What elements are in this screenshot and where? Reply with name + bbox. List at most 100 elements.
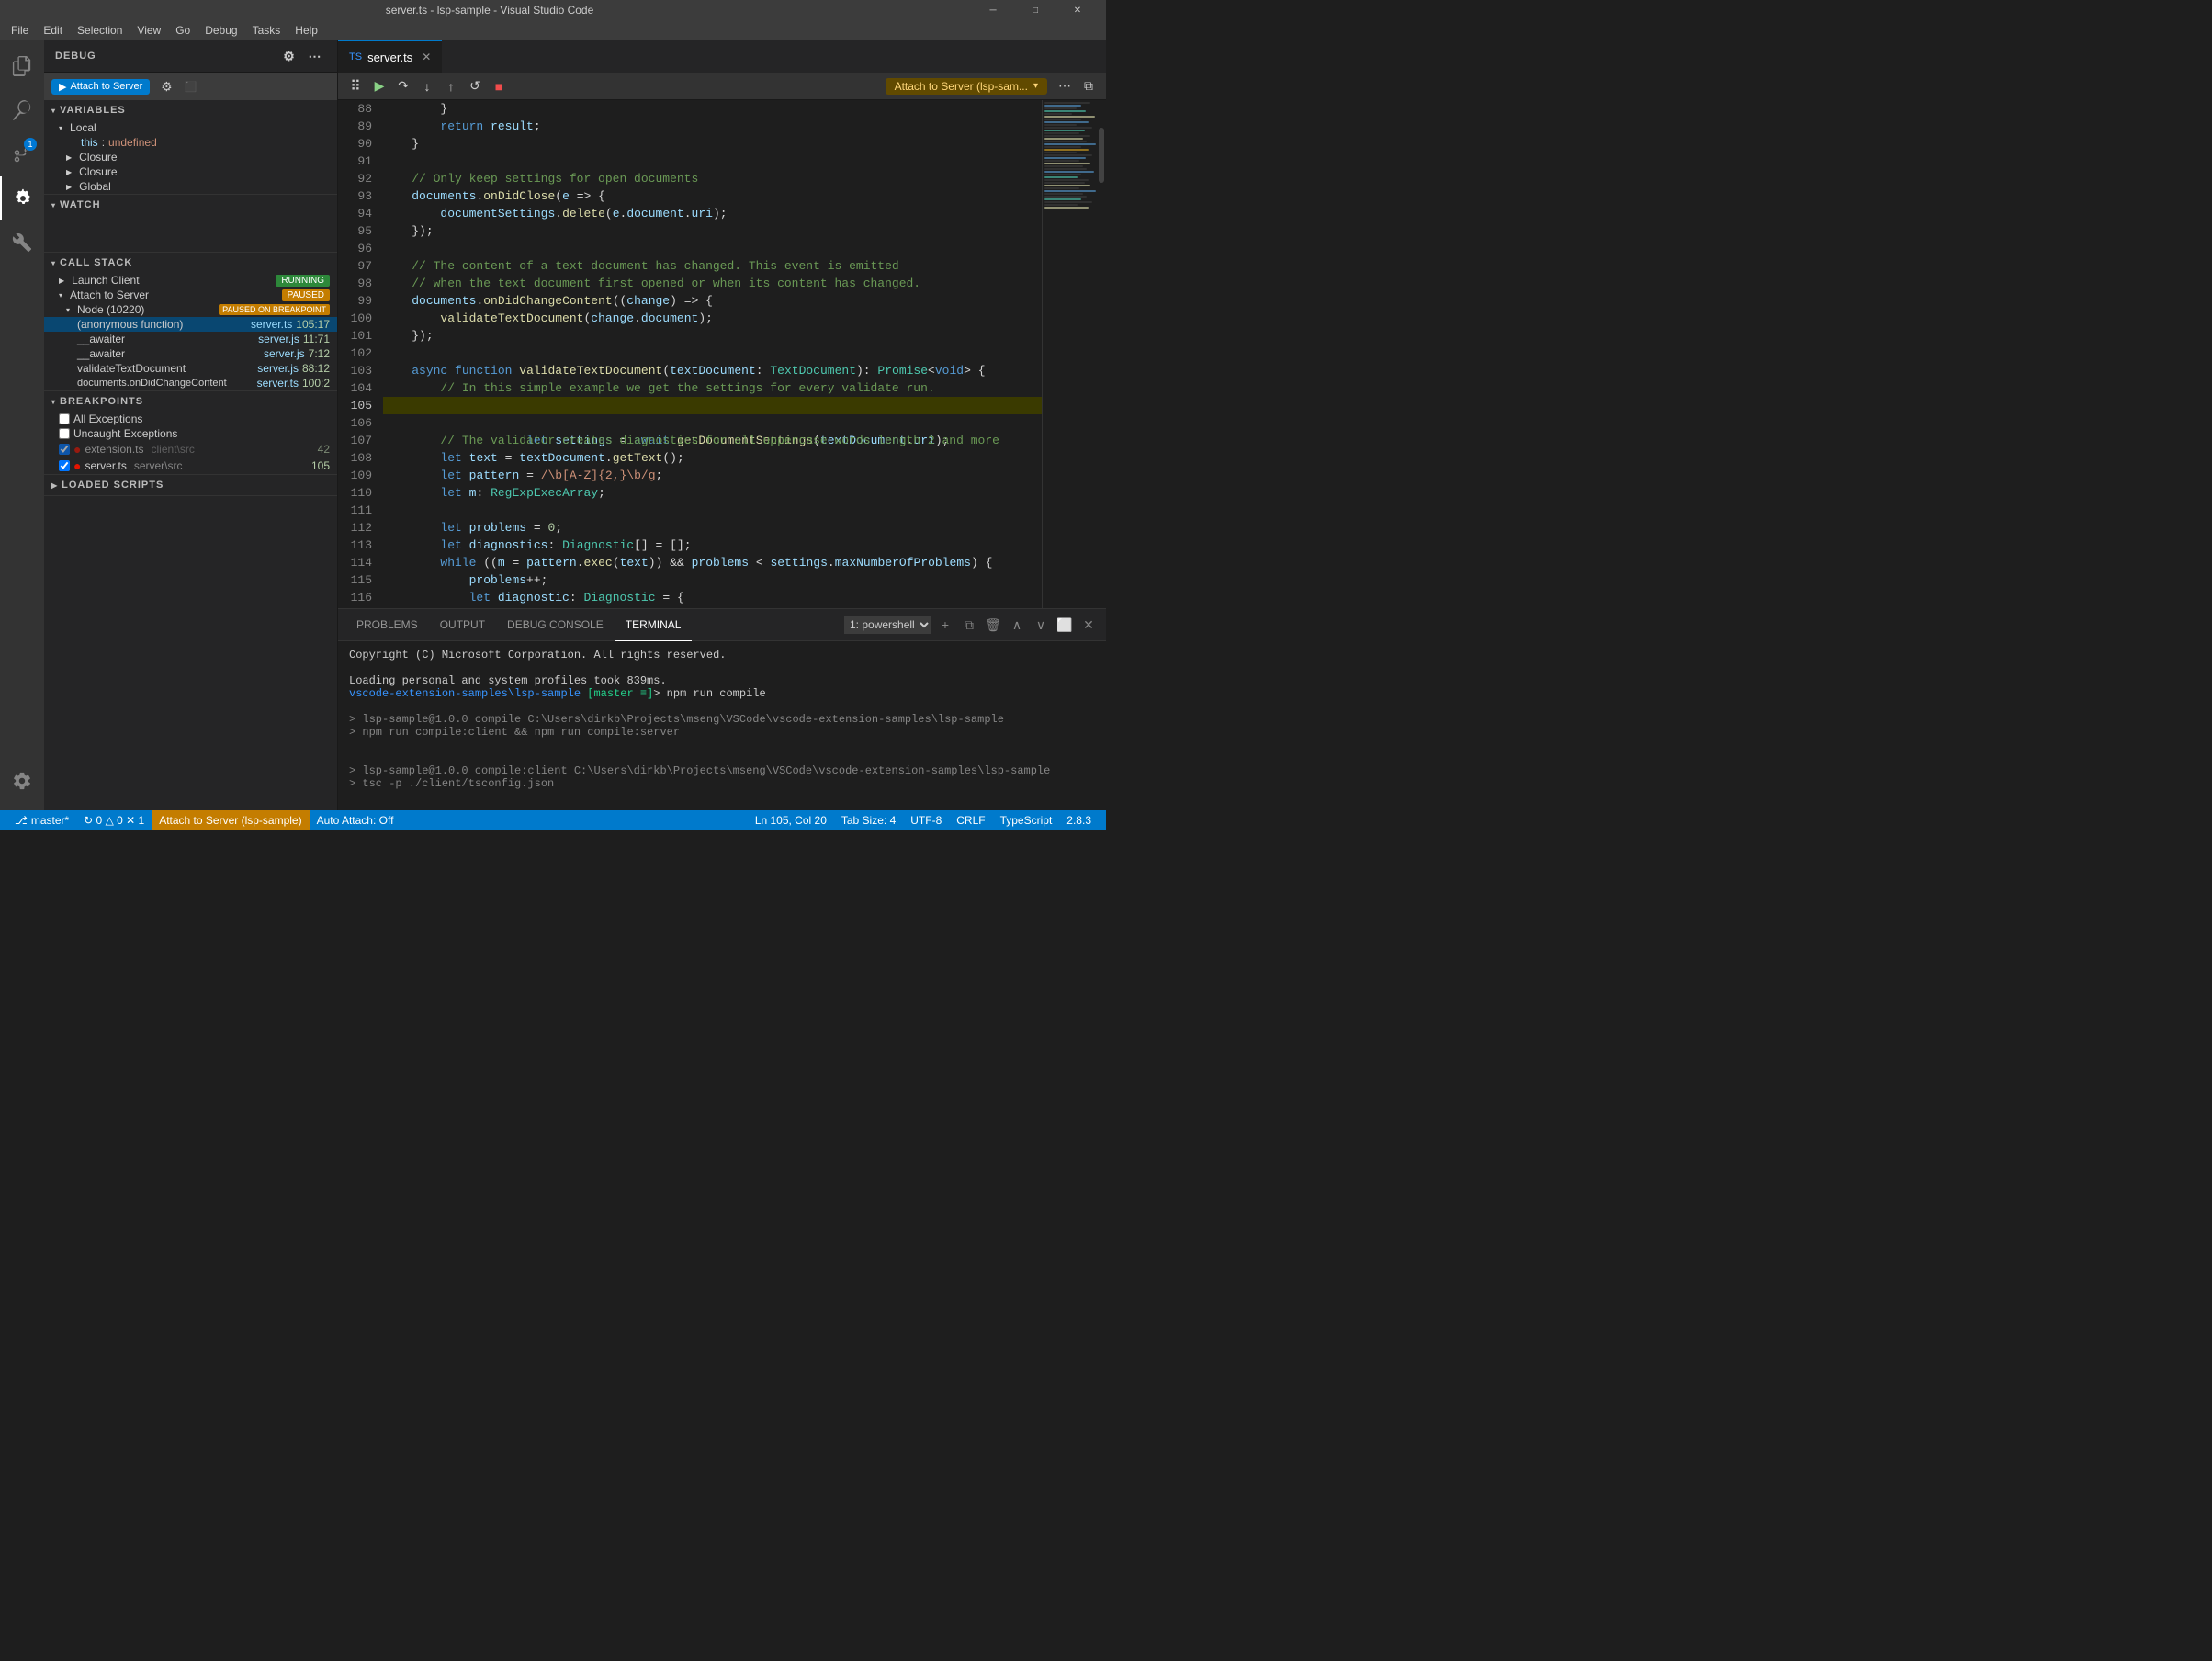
attach-to-server-item[interactable]: ▾ Attach to Server PAUSED xyxy=(44,288,337,302)
close-panel-button[interactable]: ✕ xyxy=(1078,615,1099,635)
watch-header[interactable]: ▾ WATCH xyxy=(44,195,337,215)
menu-tasks[interactable]: Tasks xyxy=(245,20,288,40)
attach-to-server-button[interactable]: ▶ Attach to Server xyxy=(51,79,150,95)
extension-ts-bp[interactable]: ● extension.ts client\src 42 xyxy=(44,441,337,458)
encoding-status[interactable]: UTF-8 xyxy=(903,810,949,830)
terminal-content[interactable]: Copyright (C) Microsoft Corporation. All… xyxy=(338,641,1106,810)
tab-output[interactable]: OUTPUT xyxy=(429,609,496,641)
line-numbers: 88 89 90 91 92 93 94 95 96 97 98 99 100 … xyxy=(338,100,379,608)
this-variable[interactable]: this : undefined xyxy=(44,135,337,150)
tab-server-ts[interactable]: TS server.ts ✕ xyxy=(338,40,442,73)
vertical-scrollbar[interactable] xyxy=(1097,100,1106,608)
continue-button[interactable]: ▶ xyxy=(369,76,389,96)
code-line-100: validateTextDocument(change.document); xyxy=(383,310,1042,327)
loaded-scripts-header[interactable]: ▶ LOADED SCRIPTS xyxy=(44,475,337,495)
code-line-109: let pattern = /\b[A-Z]{2,}\b/g; xyxy=(383,467,1042,484)
step-into-button[interactable]: ↓ xyxy=(417,76,437,96)
all-exceptions-checkbox[interactable] xyxy=(59,413,70,424)
maximize-panel-button[interactable]: ⬜ xyxy=(1055,615,1075,635)
terminal-line-3: Loading personal and system profiles too… xyxy=(349,674,1095,687)
close-button[interactable]: ✕ xyxy=(1056,0,1099,20)
frame-ondidchange[interactable]: documents.onDidChangeContent server.ts 1… xyxy=(44,376,337,390)
explorer-icon[interactable] xyxy=(0,44,44,88)
variables-header[interactable]: ▾ VARIABLES xyxy=(44,100,337,120)
line-ending-status[interactable]: CRLF xyxy=(949,810,992,830)
code-content[interactable]: } return result; } // Only keep settings… xyxy=(379,100,1042,608)
step-out-button[interactable]: ↑ xyxy=(441,76,461,96)
split-terminal-button[interactable]: ⧉ xyxy=(959,615,979,635)
tab-debug-console[interactable]: DEBUG CONSOLE xyxy=(496,609,615,641)
minimap xyxy=(1042,100,1097,608)
stop-button[interactable]: ■ xyxy=(489,76,509,96)
launch-client-item[interactable]: ▶ Launch Client RUNNING xyxy=(44,273,337,288)
terminal-selector[interactable]: 1: powershell xyxy=(844,616,931,634)
frame-awaiter-1[interactable]: __awaiter server.js 11:71 xyxy=(44,332,337,346)
menu-edit[interactable]: Edit xyxy=(36,20,70,40)
menu-help[interactable]: Help xyxy=(288,20,325,40)
tab-terminal[interactable]: TERMINAL xyxy=(615,609,693,641)
code-editor[interactable]: 88 89 90 91 92 93 94 95 96 97 98 99 100 … xyxy=(338,100,1042,608)
call-stack-header[interactable]: ▾ CALL STACK xyxy=(44,253,337,273)
debug-extra-btn[interactable]: ⬛ xyxy=(179,76,201,96)
maximize-button[interactable]: □ xyxy=(1014,0,1056,20)
uncaught-exceptions-checkbox[interactable] xyxy=(59,428,70,439)
language-status[interactable]: TypeScript xyxy=(993,810,1060,830)
new-terminal-button[interactable]: + xyxy=(935,615,955,635)
branch-status[interactable]: ⎇ master* xyxy=(7,810,76,830)
debug-config-btn[interactable]: ⚙ xyxy=(155,76,177,96)
global-group[interactable]: ▶ Global xyxy=(44,179,337,194)
panel-scroll-up-button[interactable]: ∧ xyxy=(1007,615,1027,635)
breakpoints-header[interactable]: ▾ BREAKPOINTS xyxy=(44,391,337,412)
ts-version-status[interactable]: 2.8.3 xyxy=(1059,810,1099,830)
settings-icon[interactable] xyxy=(0,759,44,810)
closure-group-2[interactable]: ▶ Closure xyxy=(44,164,337,179)
terminal-line-9 xyxy=(349,751,1095,764)
scroll-thumb[interactable] xyxy=(1099,128,1104,183)
debug-icon[interactable] xyxy=(0,176,44,220)
pause-icon: ⠿ xyxy=(345,76,366,96)
tab-problems[interactable]: PROBLEMS xyxy=(345,609,429,641)
frame-anon[interactable]: (anonymous function) server.ts 105:17 xyxy=(44,317,337,332)
kill-terminal-button[interactable]: 🗑 xyxy=(983,615,1003,635)
menu-debug[interactable]: Debug xyxy=(198,20,244,40)
attach-server-label[interactable]: Attach to Server (lsp-sam... ▾ xyxy=(886,78,1047,95)
debug-settings-btn[interactable]: ⚙ xyxy=(278,46,300,66)
minimize-button[interactable]: ─ xyxy=(972,0,1014,20)
menu-selection[interactable]: Selection xyxy=(70,20,130,40)
frame-validate[interactable]: validateTextDocument server.js 88:12 xyxy=(44,361,337,376)
auto-attach-status[interactable]: Auto Attach: Off xyxy=(310,810,401,830)
closure-group-1[interactable]: ▶ Closure xyxy=(44,150,337,164)
step-over-button[interactable]: ↷ xyxy=(393,76,413,96)
menu-go[interactable]: Go xyxy=(168,20,198,40)
launch-client-status: RUNNING xyxy=(276,275,330,287)
code-line-116: let diagnostic: Diagnostic = { xyxy=(383,589,1042,606)
menu-view[interactable]: View xyxy=(130,20,168,40)
panel-scroll-down-button[interactable]: ∨ xyxy=(1031,615,1051,635)
debug-more-btn[interactable]: ⋯ xyxy=(304,46,326,66)
frame-awaiter-2[interactable]: __awaiter server.js 7:12 xyxy=(44,346,337,361)
uncaught-exceptions-item[interactable]: Uncaught Exceptions xyxy=(44,426,337,441)
bottom-panel: PROBLEMS OUTPUT DEBUG CONSOLE TERMINAL 1… xyxy=(338,608,1106,810)
local-group[interactable]: ▾ Local xyxy=(44,120,337,135)
extensions-icon[interactable] xyxy=(0,220,44,265)
tab-size-status[interactable]: Tab Size: 4 xyxy=(834,810,903,830)
all-exceptions-item[interactable]: All Exceptions xyxy=(44,412,337,426)
code-line-114: while ((m = pattern.exec(text)) && probl… xyxy=(383,554,1042,571)
node-item[interactable]: ▾ Node (10220) PAUSED ON BREAKPOINT xyxy=(44,302,337,317)
debug-session-status[interactable]: Attach to Server (lsp-sample) xyxy=(152,810,309,830)
code-line-113: let diagnostics: Diagnostic[] = []; xyxy=(383,537,1042,554)
debug-menu-icon[interactable]: ⋯ xyxy=(1055,76,1075,96)
source-control-icon[interactable]: 1 xyxy=(0,132,44,176)
server-ts-checkbox[interactable] xyxy=(59,460,70,471)
sync-status[interactable]: ↻ 0 △ 0 ✕ 1 xyxy=(76,810,152,830)
tab-close-button[interactable]: ✕ xyxy=(422,51,431,63)
position-status[interactable]: Ln 105, Col 20 xyxy=(748,810,834,830)
position-text: Ln 105, Col 20 xyxy=(755,814,827,827)
server-ts-bp[interactable]: ● server.ts server\src 105 xyxy=(44,458,337,474)
server-ts-label: server.ts xyxy=(85,459,126,472)
extension-ts-checkbox[interactable] xyxy=(59,444,70,455)
split-editor-icon[interactable]: ⧉ xyxy=(1078,76,1099,96)
menu-file[interactable]: File xyxy=(4,20,36,40)
restart-button[interactable]: ↺ xyxy=(465,76,485,96)
search-icon[interactable] xyxy=(0,88,44,132)
